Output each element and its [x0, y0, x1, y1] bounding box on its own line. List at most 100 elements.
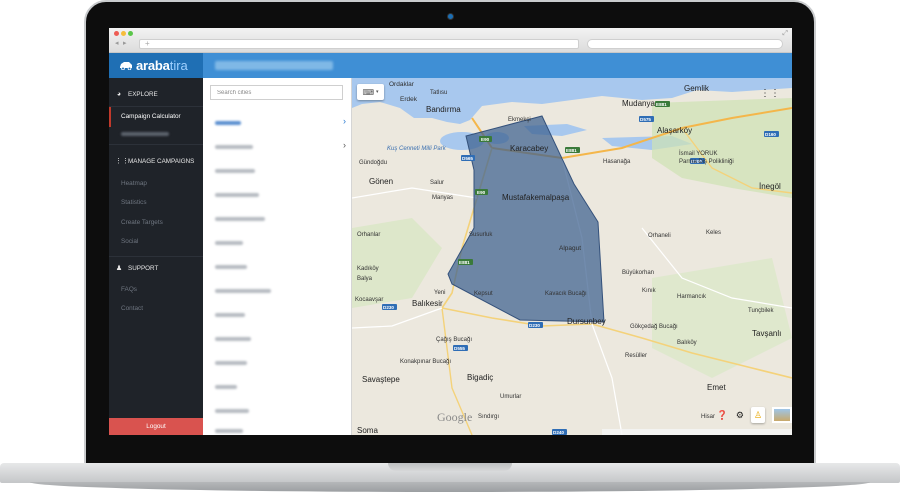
city-name-redacted — [215, 313, 245, 317]
road-shield: E881 — [655, 101, 670, 107]
map-label: Tavşanlı — [752, 329, 781, 338]
svg-text:D230: D230 — [529, 323, 540, 328]
street-view-pegman-icon[interactable]: ♙ — [751, 407, 765, 423]
city-list-item[interactable] — [203, 207, 352, 231]
forward-icon[interactable]: ▸ — [123, 40, 127, 48]
map-label: İsmail YORUK — [679, 150, 718, 157]
fullscreen-icon[interactable]: ⤢ — [782, 30, 788, 38]
city-list-item[interactable] — [203, 279, 352, 303]
map-label: Kavacık Bucağı — [545, 291, 587, 297]
sidebar-item-campaign-calculator[interactable]: Campaign Calculator — [121, 113, 181, 120]
back-icon[interactable]: ◂ — [115, 40, 119, 48]
city-list-item[interactable] — [203, 327, 352, 351]
keyboard-shortcuts-button[interactable]: ⌨ ▾ — [357, 84, 384, 100]
city-name-redacted — [215, 193, 259, 197]
minimize-window-button[interactable] — [121, 31, 126, 36]
city-list-item[interactable] — [203, 255, 352, 279]
map-label: Savaştepe — [362, 375, 400, 384]
svg-text:E881: E881 — [459, 260, 470, 265]
svg-text:E90: E90 — [481, 137, 490, 142]
city-list-item[interactable] — [203, 351, 352, 375]
app-header — [109, 53, 792, 78]
gear-icon[interactable]: ⚙ — [736, 410, 744, 421]
road-shield: E881 — [458, 259, 473, 265]
sidebar-item-social[interactable]: Social — [121, 238, 138, 245]
city-list-item[interactable]: › — [203, 135, 352, 159]
road-shield: D230 — [528, 322, 543, 328]
address-bar[interactable] — [139, 39, 579, 49]
map-attribution — [602, 429, 792, 435]
map-label: Tunçbilek — [748, 308, 774, 314]
map-label: Orhaneli — [648, 233, 671, 239]
city-name-redacted — [215, 265, 247, 269]
map-label: Konakpınar Bucağı — [400, 359, 451, 365]
sidebar-item-redacted[interactable] — [121, 132, 169, 136]
maximize-window-button[interactable] — [128, 31, 133, 36]
sidebar-item-faqs[interactable]: FAQs — [121, 286, 137, 293]
map-label: İnegöl — [759, 182, 781, 191]
car-icon — [120, 62, 132, 70]
apps-grid-icon[interactable]: ⋮⋮ — [760, 88, 780, 99]
logout-button[interactable]: Logout — [109, 418, 203, 435]
city-list-item[interactable] — [203, 419, 352, 435]
city-search-input[interactable] — [210, 85, 343, 100]
map-label: Balıköy — [677, 340, 697, 346]
sidebar-section-label: EXPLORE — [128, 90, 158, 98]
map-label: Balya — [357, 276, 373, 282]
road-shield: E90 — [479, 136, 492, 142]
city-name-redacted — [215, 169, 255, 173]
sidebar-item-create-targets[interactable]: Create Targets — [121, 219, 163, 226]
sidebar-section-support[interactable]: ♟ SUPPORT — [109, 258, 203, 278]
city-list-item[interactable] — [203, 183, 352, 207]
svg-text:E90: E90 — [477, 190, 486, 195]
city-list-item[interactable]: › — [203, 111, 352, 135]
chevron-right-icon: › — [343, 140, 346, 150]
sidebar-section-explore[interactable]: ◕ EXPLORE — [109, 84, 203, 104]
map-label: Kuş Cenneti Milli Park — [387, 146, 447, 152]
map-label: Hisar — [701, 414, 715, 420]
svg-text:D575: D575 — [640, 117, 651, 122]
map-label: Büyükorhan — [622, 270, 654, 276]
map-label: Susurluk — [469, 232, 493, 238]
sidebar-section-manage-campaigns[interactable]: ⋮⋮ MANAGE CAMPAIGNS — [109, 151, 203, 171]
laptop-mockup: ◂ ▸ + ⤢ araba tira ◕ EXPLORE Campaign Ca… — [0, 0, 900, 492]
city-list-item[interactable] — [203, 375, 352, 399]
page-title-redacted — [215, 61, 333, 70]
map-label: Yeni — [434, 290, 445, 296]
svg-text:D555: D555 — [454, 346, 465, 351]
divider — [109, 256, 203, 257]
city-name-redacted — [215, 217, 265, 221]
city-list-item[interactable] — [203, 159, 352, 183]
google-logo: Google — [437, 410, 473, 424]
map-label: Alpagut — [559, 245, 581, 252]
chevron-right-icon: › — [343, 116, 346, 126]
sidebar-item-statistics[interactable]: Statistics — [121, 199, 147, 206]
map-label: Manyas — [432, 195, 453, 201]
map-label: Kadıköy — [357, 266, 379, 272]
map-label: Ekmekçi — [508, 117, 531, 123]
new-tab-icon[interactable]: + — [145, 39, 150, 49]
map-label: Balıkesir — [412, 299, 443, 308]
sidebar-item-contact[interactable]: Contact — [121, 305, 143, 312]
road-shield: D160 — [764, 131, 779, 137]
close-window-button[interactable] — [114, 31, 119, 36]
map-label: Gemlik — [684, 84, 710, 93]
city-list-item[interactable] — [203, 303, 352, 327]
screen: ◂ ▸ + ⤢ araba tira ◕ EXPLORE Campaign Ca… — [109, 28, 792, 435]
city-list-item[interactable] — [203, 231, 352, 255]
browser-chrome: ◂ ▸ + ⤢ — [109, 28, 792, 53]
map-label: Dursunbey — [567, 317, 606, 326]
map-view[interactable]: E90 D565 E881 D575 E881 D160 D200 E881 D… — [352, 78, 792, 435]
sidebar-item-heatmap[interactable]: Heatmap — [121, 180, 147, 187]
map-label: Çağış Bucağı — [436, 337, 472, 343]
sidebar-section-label: SUPPORT — [128, 264, 159, 272]
city-name-redacted — [215, 385, 237, 389]
map-label: Karacabey — [510, 144, 548, 153]
satellite-toggle-button[interactable] — [772, 407, 792, 423]
help-icon[interactable]: ❓ — [717, 410, 728, 421]
browser-search-bar[interactable] — [587, 39, 783, 49]
city-name-redacted — [215, 289, 271, 293]
road-shield: D240 — [552, 429, 567, 435]
brand-logo[interactable]: araba tira — [109, 53, 203, 78]
city-name-redacted — [215, 337, 251, 341]
